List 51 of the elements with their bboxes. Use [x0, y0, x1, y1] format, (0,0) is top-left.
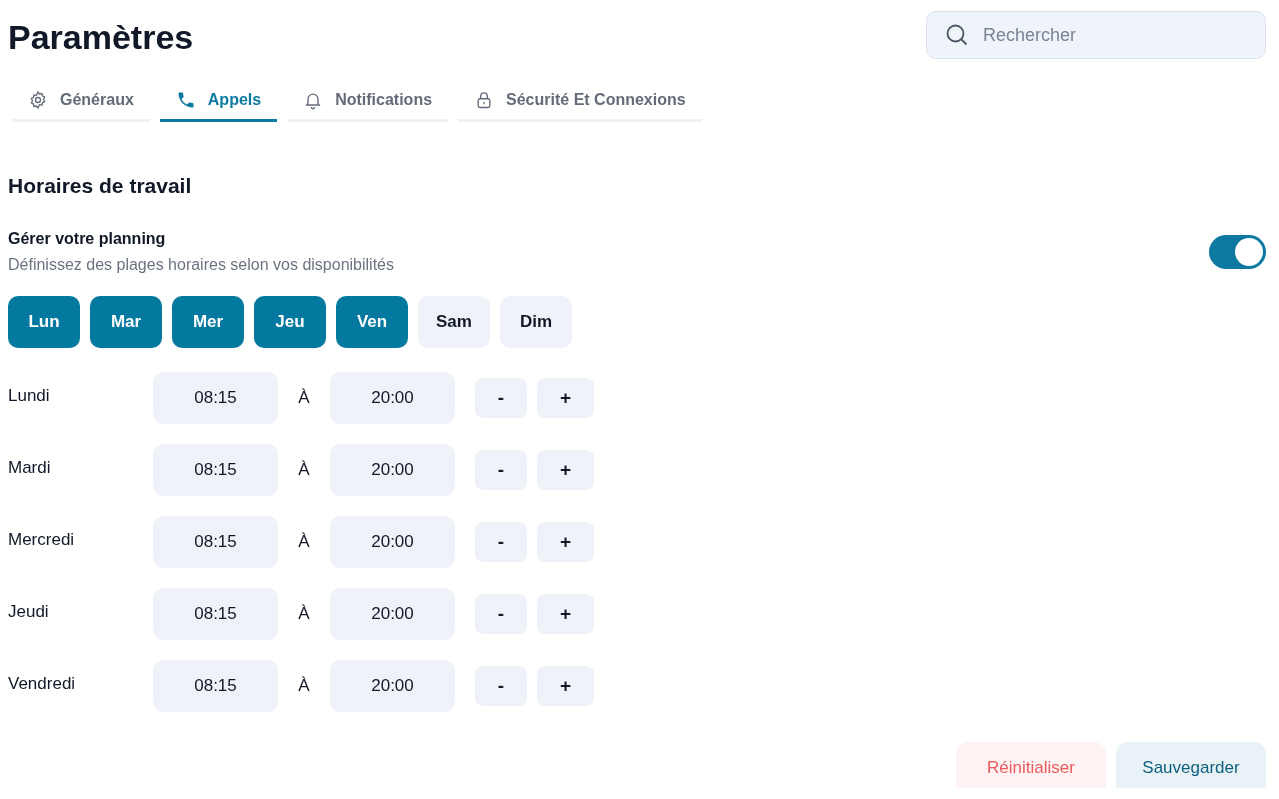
time-field[interactable]: 20:00 — [330, 660, 455, 712]
day-label: Jeudi — [8, 602, 50, 622]
day-button[interactable]: Ven — [336, 296, 408, 348]
separator-text: À — [297, 532, 311, 552]
day-label: Lundi — [8, 386, 51, 406]
time-field[interactable]: 20:00 — [330, 444, 455, 496]
search-input[interactable]: Rechercher — [981, 23, 1247, 47]
day-button[interactable]: Jeu — [254, 296, 326, 348]
tab[interactable]: Notifications — [287, 75, 449, 122]
setting-label: Gérer votre planning — [8, 230, 167, 248]
minus-button[interactable]: - — [475, 666, 527, 706]
day-label: Mardi — [8, 458, 52, 478]
time-field[interactable]: 08:15 — [153, 660, 278, 712]
day-label: Vendredi — [8, 674, 77, 694]
time-field[interactable]: 08:15 — [153, 588, 278, 640]
time-field[interactable]: 08:15 — [153, 372, 278, 424]
plus-button[interactable]: + — [537, 522, 594, 562]
tab[interactable]: Sécurité Et Connexions — [458, 75, 702, 122]
separator-text: À — [297, 460, 311, 480]
day-button[interactable]: Dim — [500, 296, 572, 348]
section-heading: Horaires de travail — [8, 174, 193, 198]
time-field[interactable]: 08:15 — [153, 516, 278, 568]
time-field[interactable]: 20:00 — [330, 588, 455, 640]
day-button[interactable]: Mar — [90, 296, 162, 348]
plus-button[interactable]: + — [537, 450, 594, 490]
minus-button[interactable]: - — [475, 594, 527, 634]
minus-button[interactable]: - — [475, 378, 527, 418]
day-button[interactable]: Sam — [418, 296, 490, 348]
save-button[interactable]: Sauvegarder — [1116, 742, 1266, 788]
gear-icon — [28, 90, 48, 110]
search-field[interactable]: Rechercher — [926, 11, 1266, 59]
tab[interactable]: Appels — [159, 75, 278, 122]
separator-text: À — [297, 676, 311, 696]
page-title: Paramètres — [8, 17, 194, 57]
time-field[interactable]: 20:00 — [330, 516, 455, 568]
separator-text: À — [297, 388, 311, 408]
setting-description: Définissez des plages horaires selon vos disponibilités — [8, 256, 394, 274]
day-button[interactable]: Lun — [8, 296, 80, 348]
plus-button[interactable]: + — [537, 378, 594, 418]
separator-text: À — [297, 604, 311, 624]
toggle-switch[interactable] — [1209, 235, 1266, 269]
tab[interactable]: Généraux — [12, 75, 150, 122]
search-icon — [945, 23, 969, 47]
plus-button[interactable]: + — [537, 594, 594, 634]
day-button[interactable]: Mer — [172, 296, 244, 348]
time-field[interactable]: 08:15 — [153, 444, 278, 496]
day-label: Mercredi — [8, 530, 76, 550]
plus-button[interactable]: + — [537, 666, 594, 706]
minus-button[interactable]: - — [475, 450, 527, 490]
time-field[interactable]: 20:00 — [330, 372, 455, 424]
minus-button[interactable]: - — [475, 522, 527, 562]
